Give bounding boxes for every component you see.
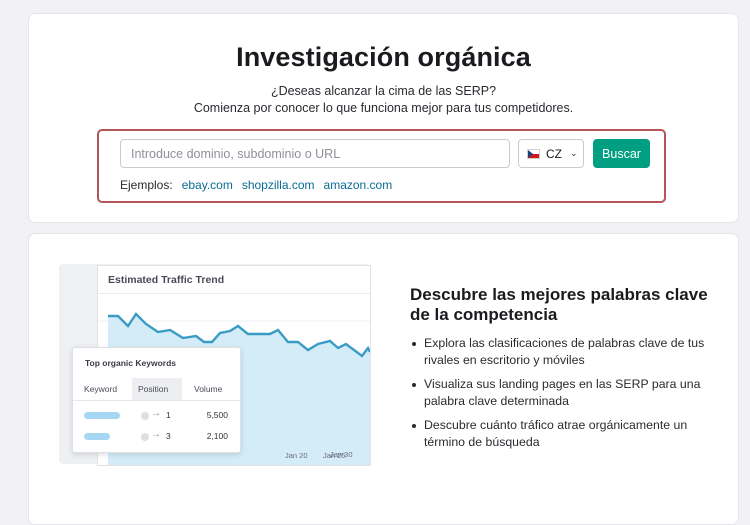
examples-row: Ejemplos: ebay.com shopzilla.com amazon.… bbox=[120, 178, 392, 192]
dot-icon bbox=[141, 412, 149, 420]
search-card: Investigación orgánica ¿Deseas alcanzar … bbox=[28, 13, 739, 223]
feature-list: Explora las clasificaciones de palabras … bbox=[410, 335, 720, 458]
keyword-placeholder-bar bbox=[84, 433, 110, 440]
col-volume: Volume bbox=[194, 384, 223, 394]
col-keyword: Keyword bbox=[84, 384, 118, 394]
subtitle-line-2: Comienza por conocer lo que funciona mej… bbox=[193, 101, 574, 115]
dot-icon bbox=[141, 433, 149, 441]
feature-card: Estimated Traffic Trend Jan 20 Jan 25 Ja… bbox=[28, 233, 739, 525]
col-position: Position bbox=[138, 384, 169, 394]
row-position: 1 bbox=[166, 410, 171, 420]
domain-search-input[interactable] bbox=[120, 139, 510, 168]
keywords-card-title: Top organic Keywords bbox=[85, 358, 176, 368]
arrow-right-icon: → bbox=[151, 429, 161, 440]
database-select-value: CZ bbox=[546, 146, 562, 161]
example-link-ebay[interactable]: ebay.com bbox=[182, 178, 233, 192]
arrow-right-icon: → bbox=[151, 408, 161, 419]
example-link-amazon[interactable]: amazon.com bbox=[324, 178, 393, 192]
row-volume: 2,100 bbox=[206, 431, 228, 441]
czech-flag-icon bbox=[527, 148, 540, 159]
chevron-down-icon: ⌄ bbox=[570, 148, 578, 158]
feature-title: Descubre las mejores palabras clave de l… bbox=[410, 285, 708, 324]
search-form: CZ ⌄ Buscar Ejemplos: ebay.com shopzilla… bbox=[97, 129, 666, 203]
table-row: → 3 2,100 bbox=[73, 428, 240, 446]
feature-bullet: Explora las clasificaciones de palabras … bbox=[410, 335, 720, 369]
example-link-shopzilla[interactable]: shopzilla.com bbox=[242, 178, 315, 192]
page-title: Investigación orgánica bbox=[236, 42, 531, 72]
database-select[interactable]: CZ ⌄ bbox=[518, 139, 584, 168]
subtitle-line-1: ¿Deseas alcanzar la cima de las SERP? bbox=[270, 84, 497, 98]
x-label-jan30: Jan 30 bbox=[330, 450, 353, 459]
feature-bullet: Descubre cuánto tráfico atrae orgánicame… bbox=[410, 417, 720, 451]
top-keywords-card: Top organic Keywords Keyword Position Vo… bbox=[72, 347, 241, 453]
table-row: → 1 5,500 bbox=[73, 407, 240, 425]
examples-label: Ejemplos: bbox=[120, 178, 173, 192]
row-position: 3 bbox=[166, 431, 171, 441]
feature-bullet: Visualiza sus landing pages en las SERP … bbox=[410, 376, 720, 410]
search-button[interactable]: Buscar bbox=[593, 139, 650, 168]
keywords-table-header: Keyword Position Volume bbox=[73, 378, 240, 401]
keyword-placeholder-bar bbox=[84, 412, 120, 419]
x-label-jan20: Jan 20 bbox=[285, 451, 308, 460]
row-volume: 5,500 bbox=[206, 410, 228, 420]
